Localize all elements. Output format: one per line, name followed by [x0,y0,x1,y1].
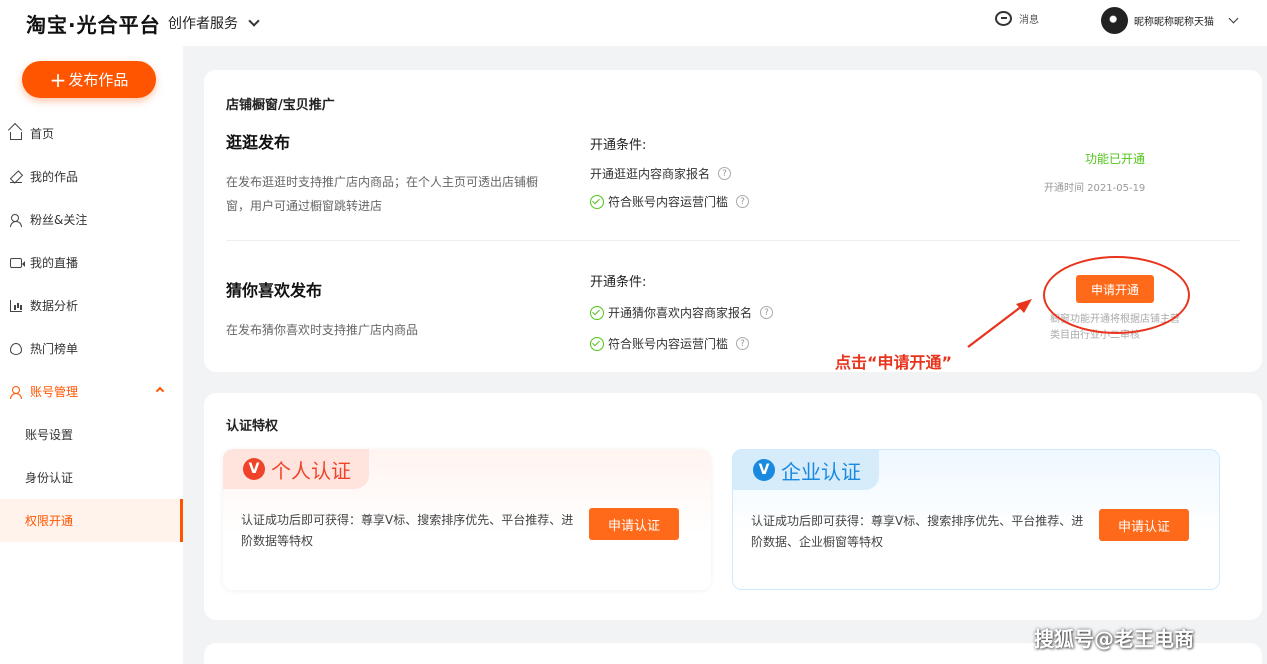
sidebar-item-label: 数据分析 [30,299,79,313]
check-circle-icon [590,194,604,209]
messages-label: 消息 [1019,15,1039,26]
condition-label: 开通猜你喜欢内容商家报名 [608,306,753,320]
help-icon[interactable]: ? [736,337,750,350]
home-icon [10,131,22,140]
service-menu[interactable]: 创作者服务 [168,13,260,33]
conditions-title: 开通条件: [590,138,647,153]
user-menu[interactable]: 昵称昵称昵称天猫 [1101,7,1239,34]
pen-icon [10,171,22,183]
sidebar-item-my-works[interactable]: 我的作品 [0,155,183,198]
feature-title: 猜你喜欢发布 [226,281,323,300]
help-icon[interactable]: ? [718,167,732,180]
annotation-circle [1043,256,1190,334]
personal-cert-panel: V 个人认证 认证成功后即可获得：尊享V标、搜索排序优先、平台推荐、进阶数据等特… [223,449,711,590]
sidebar-item-live[interactable]: 我的直播 [0,241,183,284]
condition-label: 符合账号内容运营门槛 [608,337,729,351]
condition-label: 符合账号内容运营门槛 [608,195,729,209]
sidebar-item-fans[interactable]: 粉丝&关注 [0,198,183,241]
sidebar-item-label: 我的作品 [30,170,79,184]
apply-personal-cert-button[interactable]: 申请认证 [589,508,679,540]
help-icon[interactable]: ? [760,306,774,319]
feature-description: 在发布逛逛时支持推广店内商品；在个人主页可透出店铺橱窗，用户可通过橱窗跳转进店 [226,175,539,213]
enterprise-cert-panel: V 企业认证 认证成功后即可获得：尊享V标、搜索排序优先、平台推荐、进阶数据、企… [732,449,1220,590]
section-title: 认证特权 [226,419,279,434]
platform-logo[interactable]: 淘宝·光合平台 [26,9,161,38]
conditions-title: 开通条件: [590,275,647,290]
sidebar: + 发布作品 首页 我的作品 粉丝&关注 我的直播 数据分析 热门榜单 账号管理… [0,46,183,664]
message-icon [995,11,1012,26]
username: 昵称昵称昵称天猫 [1134,17,1214,28]
annotation-text: 点击“申请开通” [835,353,953,372]
sidebar-subitem-permissions[interactable]: 权限开通 [0,499,183,542]
avatar [1101,7,1128,34]
user-icon [10,385,22,399]
sidebar-item-analytics[interactable]: 数据分析 [0,284,183,327]
service-menu-label: 创作者服务 [168,16,238,32]
chevron-down-icon [1228,13,1239,23]
publish-button[interactable]: + 发布作品 [22,61,156,98]
sidebar-item-label: 粉丝&关注 [30,213,88,227]
sidebar-item-home[interactable]: 首页 [0,112,183,155]
feature-description: 在发布猜你喜欢时支持推广店内商品 [226,323,419,337]
top-header: 淘宝·光合平台 创作者服务 消息 昵称昵称昵称天猫 [0,0,1267,46]
plus-icon: + [49,67,67,92]
cert-description: 认证成功后即可获得：尊享V标、搜索排序优先、平台推荐、进阶数据、企业橱窗等特权 [751,514,1084,549]
check-circle-icon [590,305,604,320]
messages-button[interactable]: 消息 [995,11,1039,26]
live-icon [10,257,25,268]
check-circle-icon [590,336,604,351]
sidebar-nav: 首页 我的作品 粉丝&关注 我的直播 数据分析 热门榜单 账号管理 账号设置 身… [0,112,183,542]
cert-tag-label: 企业认证 [781,459,861,484]
divider [226,240,1240,241]
enterprise-cert-tag: V 企业认证 [733,450,879,490]
condition-item: 开通猜你喜欢内容商家报名 ? [590,304,774,321]
v-badge-icon: V [243,458,265,480]
chevron-down-icon [248,14,260,27]
cert-description: 认证成功后即可获得：尊享V标、搜索排序优先、平台推荐、进阶数据等特权 [241,513,574,548]
sidebar-subitem-identity[interactable]: 身份认证 [0,456,183,499]
chevron-up-icon [155,386,165,396]
fans-icon [10,213,22,227]
help-icon[interactable]: ? [736,195,750,208]
sidebar-subitem-account-settings[interactable]: 账号设置 [0,413,183,456]
cert-tag-label: 个人认证 [271,458,351,483]
condition-item: 符合账号内容运营门槛 ? [590,193,750,210]
chart-icon [10,299,22,312]
feature-title: 逛逛发布 [226,133,291,152]
sidebar-item-hot-list[interactable]: 热门榜单 [0,327,183,370]
watermark: 搜狐号@老王电商 [1034,627,1194,651]
condition-item: 符合账号内容运营门槛 ? [590,335,750,352]
open-time: 开通时间 2021-05-19 [1044,183,1146,194]
sidebar-item-label: 热门榜单 [30,342,79,356]
annotation-arrow-icon [967,299,1032,348]
status-badge: 功能已开通 [1085,152,1146,166]
sidebar-item-label: 账号管理 [30,385,79,399]
apply-enterprise-cert-button[interactable]: 申请认证 [1099,509,1189,541]
condition-label: 开通逛逛内容商家报名 [590,167,711,181]
v-badge-icon: V [753,459,775,481]
condition-item: 开通逛逛内容商家报名 ? [590,165,732,182]
sidebar-item-account[interactable]: 账号管理 [0,370,183,413]
publish-label: 发布作品 [68,71,129,89]
sidebar-item-label: 我的直播 [30,256,79,270]
sidebar-item-label: 首页 [30,127,55,141]
section-title: 店铺橱窗/宝贝推广 [226,98,335,113]
personal-cert-tag: V 个人认证 [223,449,369,489]
fire-icon [10,342,22,355]
